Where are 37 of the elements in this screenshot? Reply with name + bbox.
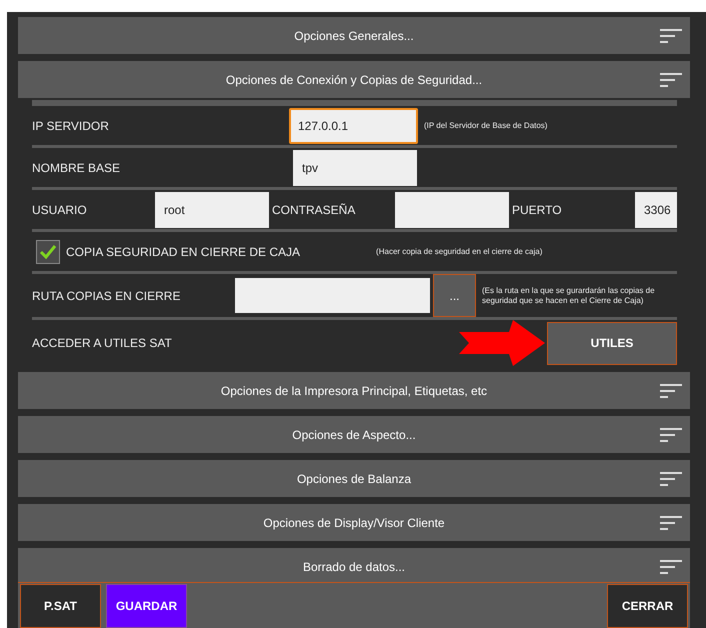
section-header[interactable]: Opciones de Aspecto...: [18, 416, 690, 453]
footer-button[interactable]: CERRAR: [607, 584, 688, 628]
input-field[interactable]: root: [155, 192, 269, 228]
menu-icon: [660, 73, 682, 87]
field-label: RUTA COPIAS EN CIERRE: [32, 288, 182, 304]
menu-icon: [660, 516, 682, 530]
section-header[interactable]: Opciones de la Impresora Principal, Etiquetas, etc: [18, 372, 690, 409]
menu-icon: [660, 472, 682, 486]
input-field[interactable]: [395, 192, 509, 228]
checkbox-label: COPIA SEGURIDAD EN CIERRE DE CAJA: [66, 244, 300, 260]
input-field[interactable]: [235, 278, 430, 313]
input-field[interactable]: tpv: [293, 150, 417, 186]
footer-button[interactable]: GUARDAR: [106, 584, 187, 628]
field-label: CONTRASEÑA: [272, 202, 356, 218]
section-header[interactable]: Opciones de Display/Visor Cliente: [18, 504, 690, 541]
footer-button[interactable]: P.SAT: [20, 584, 101, 628]
checkbox[interactable]: [36, 240, 60, 264]
section-header[interactable]: Opciones de Balanza: [18, 460, 690, 497]
section-header[interactable]: Borrado de datos...: [18, 548, 690, 585]
utiles-button[interactable]: UTILES: [547, 322, 677, 364]
section-header[interactable]: Opciones Generales...: [18, 17, 690, 54]
field-label: USUARIO: [32, 202, 88, 218]
menu-icon: [660, 384, 682, 398]
field-label: ACCEDER A UTILES SAT: [32, 335, 173, 352]
hint-text: (Es la ruta en la que se gurardarán las copias de seguridad que se hacen en el Cierre de Caja): [482, 286, 656, 306]
hint-text: (Hacer copia de seguridad en el cierre de caja): [376, 246, 542, 256]
browse-button[interactable]: ...: [433, 274, 476, 317]
field-label: IP SERVIDOR: [32, 118, 110, 134]
input-field[interactable]: 127.0.0.1: [289, 108, 418, 144]
menu-icon: [660, 29, 682, 43]
field-label: NOMBRE BASE: [32, 160, 122, 176]
field-label: PUERTO: [512, 202, 563, 218]
section-header[interactable]: Opciones de Conexión y Copias de Seguridad...: [18, 61, 690, 98]
input-field[interactable]: 3306: [635, 192, 677, 228]
hint-text: (IP del Servidor de Base de Datos): [424, 120, 548, 130]
menu-icon: [660, 560, 682, 574]
menu-icon: [660, 428, 682, 442]
